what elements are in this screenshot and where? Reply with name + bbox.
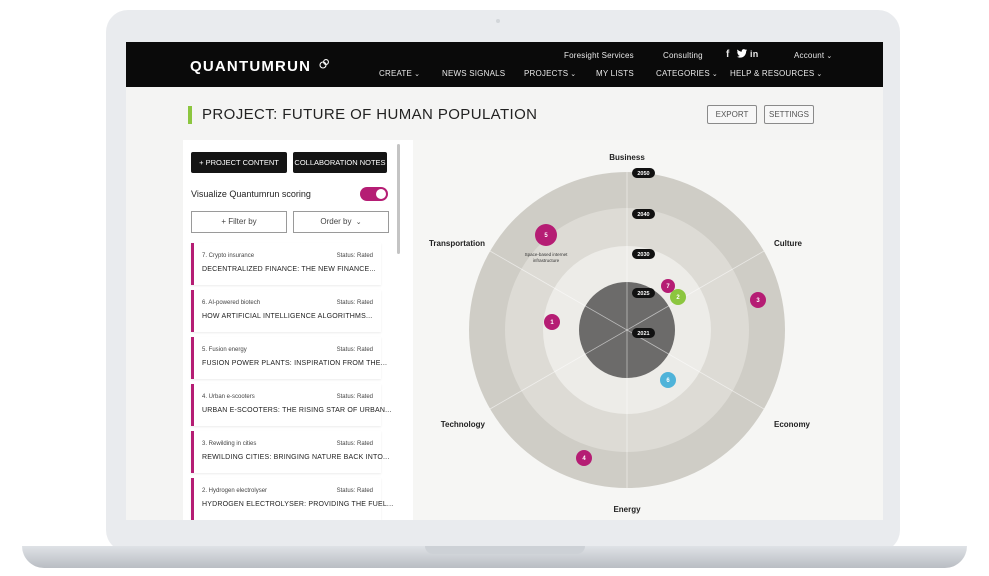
year-pill-2025: 2025: [632, 288, 655, 298]
radar-dot-3[interactable]: 3: [750, 292, 766, 308]
app-screen: QUANTUMRUN Foresight Services Consulting…: [126, 42, 883, 520]
radar-dot-5[interactable]: 5: [535, 224, 557, 246]
year-label: 2021: [637, 331, 649, 337]
year-pill-2040: 2040: [632, 209, 655, 219]
year-label: 2050: [637, 171, 649, 177]
radar-dot-1[interactable]: 1: [544, 314, 560, 330]
year-pill-2030: 2030: [632, 249, 655, 259]
radar-dot-2[interactable]: 2: [670, 289, 686, 305]
sector-label-energy: Energy: [613, 505, 641, 514]
radar-annotation-line2: infrastructure: [533, 258, 560, 263]
year-label: 2040: [637, 212, 649, 218]
year-pill-2050: 2050: [632, 168, 655, 178]
sector-label-culture: Culture: [774, 239, 803, 248]
radar-dot-6[interactable]: 6: [660, 372, 676, 388]
webcam: [496, 19, 500, 23]
radar-dot-4[interactable]: 4: [576, 450, 592, 466]
year-pill-2021: 2021: [632, 328, 655, 338]
sector-label-economy: Economy: [774, 420, 811, 429]
laptop-notch: [425, 546, 585, 554]
sector-label-business: Business: [609, 153, 645, 162]
sector-label-transportation: Transportation: [429, 239, 485, 248]
laptop-mockup: QUANTUMRUN Foresight Services Consulting…: [0, 0, 989, 576]
year-label: 2030: [637, 252, 649, 258]
year-label: 2025: [637, 291, 649, 297]
foresight-radar: Business Culture Economy Energy Technolo…: [429, 153, 811, 514]
sector-label-technology: Technology: [441, 420, 486, 429]
radar-annotation-line1: Space-based internet: [525, 252, 569, 257]
